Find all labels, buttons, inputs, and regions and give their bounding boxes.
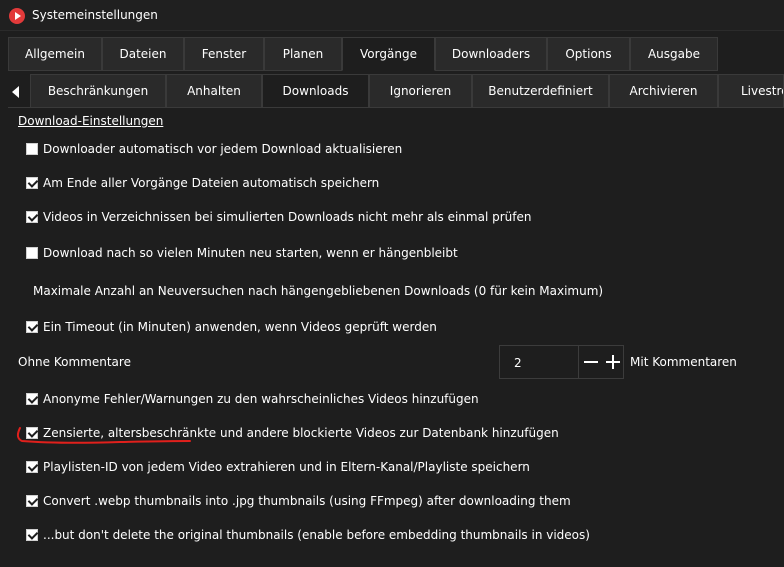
checkbox[interactable] <box>26 247 38 259</box>
option-timeout[interactable]: Ein Timeout (in Minuten) anwenden, wenn … <box>26 318 437 336</box>
option-convert-webp[interactable]: Convert .webp thumbnails into .jpg thumb… <box>26 492 571 510</box>
option-blocked-videos[interactable]: Zensierte, altersbeschränkte und andere … <box>26 424 559 442</box>
option-label: Convert .webp thumbnails into .jpg thumb… <box>43 494 571 508</box>
tab-options[interactable]: Options <box>547 37 630 71</box>
checkbox[interactable] <box>26 529 38 541</box>
panel-divider <box>8 107 784 108</box>
option-playlist-id[interactable]: Playlisten-ID von jedem Video extrahiere… <box>26 458 530 476</box>
tab-downloaders[interactable]: Downloaders <box>435 37 547 71</box>
option-label: Playlisten-ID von jedem Video extrahiere… <box>43 460 530 474</box>
option-auto-save[interactable]: Am Ende aller Vorgänge Dateien automatis… <box>26 174 379 192</box>
checkbox[interactable] <box>26 143 38 155</box>
plus-icon[interactable] <box>601 346 625 378</box>
window-title: Systemeinstellungen <box>32 8 158 22</box>
minus-icon[interactable] <box>578 346 602 378</box>
tab-downloads[interactable]: Downloads <box>262 74 369 108</box>
option-label: Zensierte, altersbeschränkte und andere … <box>43 426 559 440</box>
checkbox[interactable] <box>26 393 38 405</box>
tab-ignorieren[interactable]: Ignorieren <box>369 74 472 108</box>
tab-ausgabe[interactable]: Ausgabe <box>630 37 718 71</box>
comments-value[interactable]: 2 <box>514 356 522 370</box>
max-retries-label: Maximale Anzahl an Neuversuchen nach hän… <box>33 284 604 298</box>
option-auto-update[interactable]: Downloader automatisch vor jedem Downloa… <box>26 140 402 158</box>
option-label: Anonyme Fehler/Warnungen zu den wahrsche… <box>43 392 479 406</box>
option-label: Download nach so vielen Minuten neu star… <box>43 246 458 260</box>
tab-anhalten[interactable]: Anhalten <box>166 74 262 108</box>
comments-right-label: Mit Kommentaren <box>630 355 737 369</box>
tab-benutzerdefiniert[interactable]: Benutzerdefiniert <box>472 74 609 108</box>
section-title: Download-Einstellungen <box>18 114 164 128</box>
option-label: Downloader automatisch vor jedem Downloa… <box>43 142 403 156</box>
checkbox[interactable] <box>26 321 38 333</box>
tab-archivieren[interactable]: Archivieren <box>609 74 718 108</box>
tabs-scroll-left-icon[interactable] <box>10 82 22 102</box>
checkbox[interactable] <box>26 495 38 507</box>
comments-stepper[interactable]: 2 <box>499 345 624 379</box>
option-restart-stuck[interactable]: Download nach so vielen Minuten neu star… <box>26 244 458 262</box>
tab-beschraenkungen[interactable]: Beschränkungen <box>30 74 166 108</box>
tab-livestreams[interactable]: Livestrea <box>718 74 784 108</box>
tab-planen[interactable]: Planen <box>264 37 342 71</box>
option-check-once[interactable]: Videos in Verzeichnissen bei simulierten… <box>26 208 531 226</box>
option-label: Videos in Verzeichnissen bei simulierten… <box>43 210 532 224</box>
option-label: ...but don't delete the original thumbna… <box>43 528 590 542</box>
checkbox[interactable] <box>26 427 38 439</box>
tab-dateien[interactable]: Dateien <box>102 37 184 71</box>
tab-vorgaenge[interactable]: Vorgänge <box>342 37 435 71</box>
title-bar: Systemeinstellungen <box>0 0 784 31</box>
checkbox[interactable] <box>26 211 38 223</box>
app-play-icon <box>9 8 25 24</box>
option-keep-thumbnails[interactable]: ...but don't delete the original thumbna… <box>26 526 590 544</box>
checkbox[interactable] <box>26 177 38 189</box>
tab-allgemein[interactable]: Allgemein <box>8 37 102 71</box>
option-anonymous-errors[interactable]: Anonyme Fehler/Warnungen zu den wahrsche… <box>26 390 479 408</box>
comments-left-label: Ohne Kommentare <box>18 355 131 369</box>
option-label: Am Ende aller Vorgänge Dateien automatis… <box>43 176 380 190</box>
checkbox[interactable] <box>26 461 38 473</box>
tab-fenster[interactable]: Fenster <box>184 37 264 71</box>
option-label: Ein Timeout (in Minuten) anwenden, wenn … <box>43 320 437 334</box>
